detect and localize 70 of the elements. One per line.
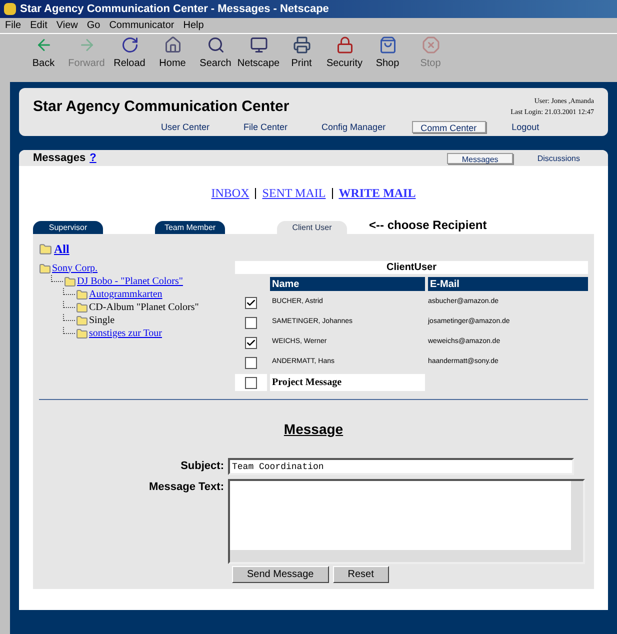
subject-label: Subject: xyxy=(180,459,225,474)
nav-tab[interactable]: User Center xyxy=(153,120,218,132)
toolbar-button[interactable]: Search xyxy=(194,36,237,71)
folder-icon xyxy=(39,262,51,274)
printer-icon xyxy=(292,36,310,54)
checkbox[interactable] xyxy=(245,316,257,328)
mail-link[interactable]: WRITE MAIL xyxy=(338,184,416,202)
toolbar-button[interactable]: Home xyxy=(151,36,194,71)
toolbar-button[interactable]: Shop xyxy=(366,36,409,71)
folder-icon xyxy=(39,242,52,256)
form-button[interactable]: Reset xyxy=(332,566,389,583)
message-text-label: Message Text: xyxy=(148,480,225,495)
toolbar-button[interactable]: Netscape xyxy=(237,36,280,71)
toolbar-button[interactable]: Security xyxy=(323,36,366,71)
message-text-area[interactable] xyxy=(228,479,585,564)
nav-tab[interactable]: Logout xyxy=(504,120,548,132)
shopping-bag-icon xyxy=(378,36,396,54)
toolbar-button[interactable]: Print xyxy=(280,36,323,71)
checkbox[interactable] xyxy=(245,356,257,368)
checkbox[interactable] xyxy=(245,296,257,308)
tree-link[interactable]: sonstiges zur Tour xyxy=(89,328,162,338)
stop-icon xyxy=(422,36,440,54)
table-title: ClientUser xyxy=(235,261,588,274)
checkbox[interactable] xyxy=(245,376,257,388)
column-header: E-Mail xyxy=(428,277,588,291)
window-title: Star Agency Communication Center - Messages - Netscape xyxy=(20,2,329,17)
mail-link[interactable]: INBOX xyxy=(211,184,250,202)
app-title: Star Agency Communication Center xyxy=(33,97,290,117)
tree-link[interactable]: Sony Corp. xyxy=(52,264,98,274)
search-icon xyxy=(206,36,224,54)
form-button[interactable]: Send Message xyxy=(232,566,329,583)
folder-icon xyxy=(76,302,88,314)
nav-tab[interactable]: Comm Center xyxy=(412,120,486,132)
folder-icon xyxy=(64,276,76,288)
column-header: Name xyxy=(270,277,425,291)
tree-link[interactable]: DJ Bobo - "Planet Colors" xyxy=(77,276,183,286)
toolbar-button[interactable]: Back xyxy=(22,36,65,71)
checkbox[interactable] xyxy=(245,336,257,348)
menu-item[interactable]: Communicator xyxy=(109,18,174,33)
menu-item[interactable]: View xyxy=(56,18,78,33)
recipient-tab[interactable]: Supervisor xyxy=(33,221,103,234)
monitor-icon xyxy=(250,36,268,54)
tree-label: Single xyxy=(89,316,115,326)
section-tab[interactable]: Discussions xyxy=(523,152,594,164)
all-link[interactable]: All xyxy=(54,240,70,258)
section-tab[interactable]: Messages xyxy=(446,152,514,164)
reload-icon xyxy=(120,36,138,54)
nav-tab[interactable]: Config Manager xyxy=(314,120,394,132)
tree-label: CD-Album "Planet Colors" xyxy=(89,302,199,312)
messages-title: Messages xyxy=(33,150,86,166)
menu-item[interactable]: Edit xyxy=(30,18,48,33)
recipient-tab[interactable]: Client User xyxy=(277,221,347,234)
help-link[interactable]: ? xyxy=(90,150,96,166)
subject-field[interactable]: Team Coordination xyxy=(228,458,574,475)
project-message-label: Project Message xyxy=(270,374,425,391)
menu-item[interactable]: Help xyxy=(183,18,204,33)
menu-item[interactable]: Go xyxy=(86,18,100,33)
nav-tab[interactable]: File Center xyxy=(236,120,296,132)
tree-link[interactable]: Autogrammkarten xyxy=(89,290,162,300)
folder-icon xyxy=(76,314,88,326)
recipient-hint: <-- choose Recipient xyxy=(369,217,487,234)
toolbar-button[interactable]: Reload xyxy=(108,36,151,71)
lock-icon xyxy=(336,36,354,54)
menu-item[interactable]: File xyxy=(5,18,22,33)
mail-link[interactable]: SENT MAIL xyxy=(262,184,326,202)
home-icon xyxy=(164,36,182,54)
form-heading: Message xyxy=(284,420,344,439)
folder-icon xyxy=(76,328,88,340)
recipient-tab[interactable]: Team Member xyxy=(155,221,225,234)
folder-icon xyxy=(76,288,88,300)
